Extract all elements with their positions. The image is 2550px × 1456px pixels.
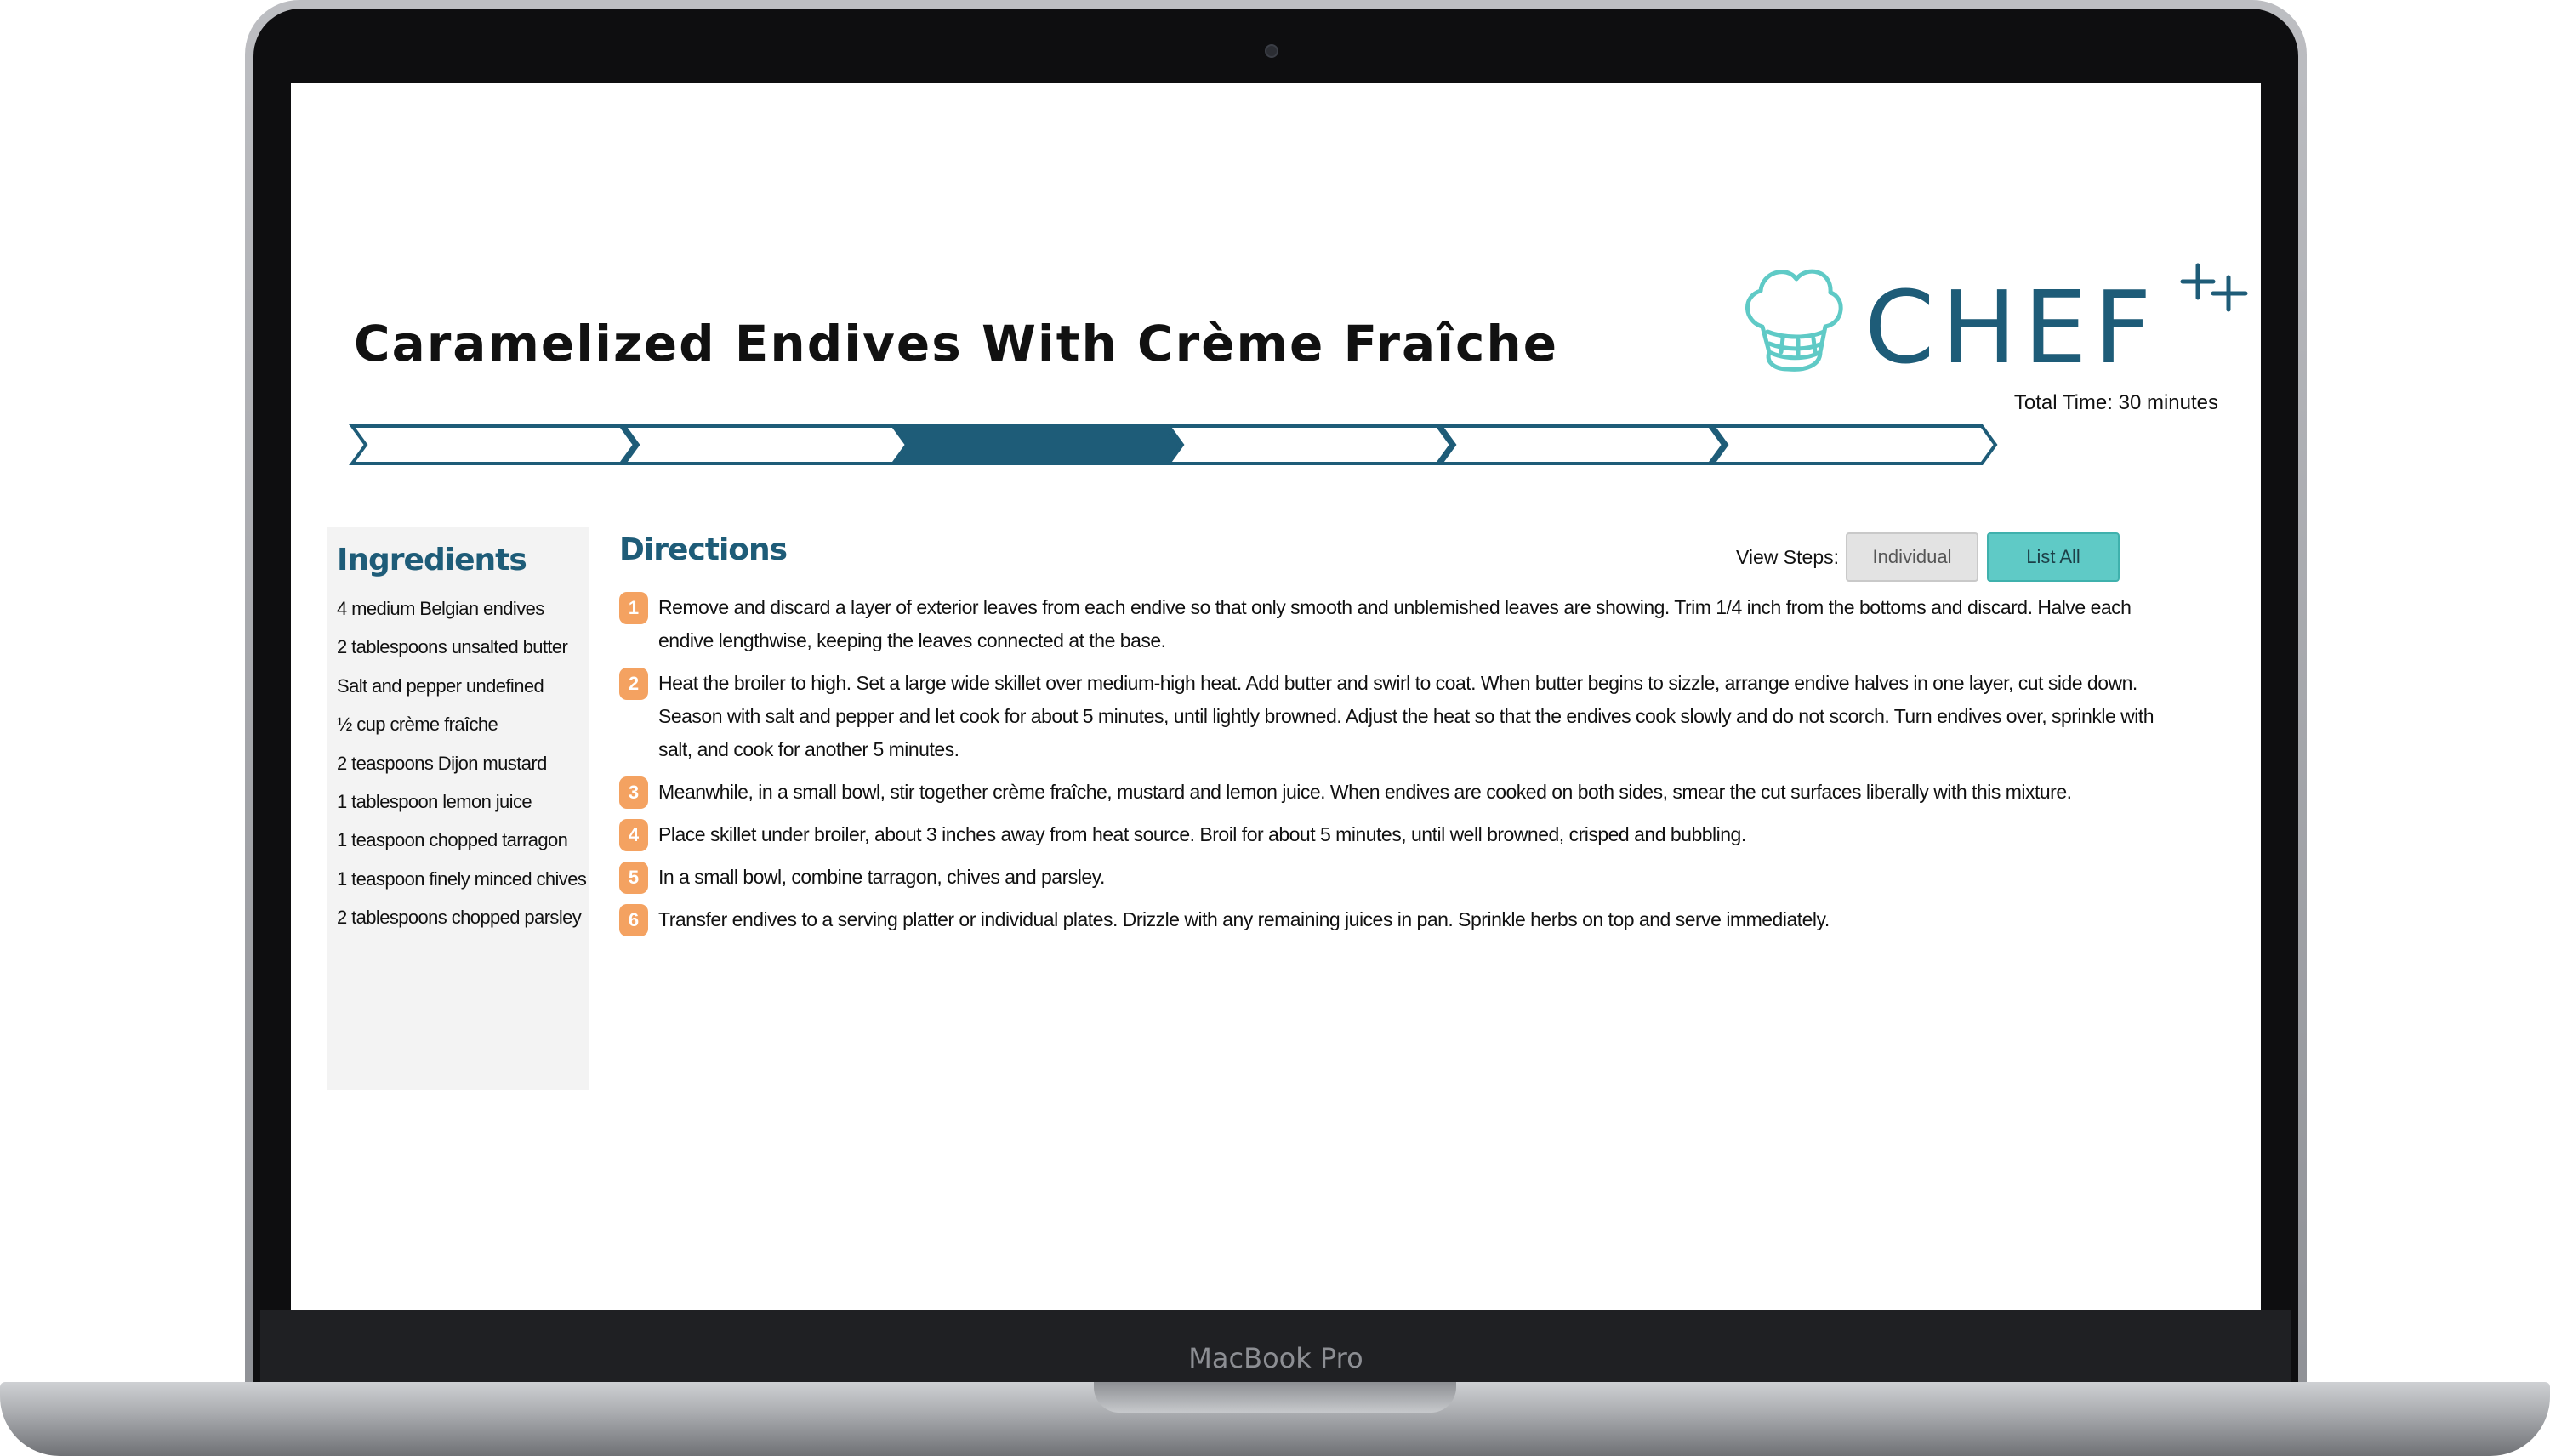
list-all-button[interactable]: List All <box>1987 532 2120 582</box>
direction-step: 3 Meanwhile, in a small bowl, stir togeth… <box>619 776 2167 809</box>
direction-step: 2 Heat the broiler to high. Set a large w… <box>619 667 2167 766</box>
progress-step-6[interactable] <box>1710 424 1998 465</box>
step-text: Meanwhile, in a small bowl, stir togethe… <box>658 781 2072 803</box>
progress-step-3[interactable] <box>893 424 1181 465</box>
step-number-badge: 6 <box>619 904 648 936</box>
view-steps-label: View Steps: <box>1735 545 1839 568</box>
ingredients-title: Ingredients <box>337 543 527 577</box>
ingredient-item: ½ cup crème fraîche <box>337 714 498 736</box>
direction-step: 6 Transfer endives to a serving platter o… <box>619 903 2167 936</box>
step-number-badge: 4 <box>619 819 648 851</box>
ingredient-item: 2 tablespoons unsalted butter <box>337 636 568 658</box>
progress-step-2[interactable] <box>621 424 909 465</box>
individual-button[interactable]: Individual <box>1846 532 1978 582</box>
laptop-notch <box>1094 1382 1456 1413</box>
view-steps-toggle: View Steps: Individual List All <box>1736 532 2120 582</box>
directions-panel: Directions View Steps: Individual List A… <box>619 532 2218 946</box>
ingredient-item: 2 teaspoons Dijon mustard <box>337 752 547 774</box>
ingredient-item: 1 teaspoon finely minced chives <box>337 867 587 890</box>
app-screen: Caramelized Endives With Crème Fraîche C… <box>291 83 2261 1310</box>
direction-step: 4 Place skillet under broiler, about 3 in… <box>619 818 2167 851</box>
ingredients-list: 4 medium Belgian endives 2 tablespoons un… <box>337 589 587 937</box>
step-number-badge: 1 <box>619 592 648 624</box>
step-number-badge: 3 <box>619 776 648 809</box>
progress-step-1[interactable] <box>349 424 637 465</box>
progress-step-5[interactable] <box>1437 424 1726 465</box>
directions-list: 1 Remove and discard a layer of exterior … <box>619 591 2167 936</box>
direction-step: 1 Remove and discard a layer of exterior … <box>619 591 2167 657</box>
step-text: Place skillet under broiler, about 3 inc… <box>658 823 1746 845</box>
step-text: Heat the broiler to high. Set a large wi… <box>658 672 2154 760</box>
ingredient-item: 4 medium Belgian endives <box>337 598 544 619</box>
step-text: Remove and discard a layer of exterior l… <box>658 596 2132 651</box>
step-number-badge: 5 <box>619 862 648 894</box>
ingredient-item: 1 tablespoon lemon juice <box>337 790 532 812</box>
ingredient-item: Salt and pepper undefined <box>337 674 544 697</box>
ingredient-item: 1 teaspoon chopped tarragon <box>337 829 568 851</box>
step-text: Transfer endives to a serving platter or… <box>658 908 1830 930</box>
webcam-icon <box>1265 44 1278 58</box>
logo-text: CHEF <box>1864 269 2159 386</box>
device-label: MacBook Pro <box>1188 1342 1363 1374</box>
total-time: Total Time: 30 minutes <box>2013 391 2218 414</box>
recipe-title: Caramelized Endives With Crème Fraîche <box>354 315 1559 373</box>
step-progress-bar <box>349 424 1998 465</box>
progress-step-4[interactable] <box>1165 424 1454 465</box>
chef-hat-icon <box>1745 269 1843 372</box>
chef-logo[interactable]: CHEF <box>1737 260 2248 388</box>
ingredients-panel: Ingredients 4 medium Belgian endives 2 ta… <box>327 527 589 1090</box>
step-text: In a small bowl, combine tarragon, chive… <box>658 866 1105 888</box>
plus-plus-icon <box>2180 263 2248 312</box>
ingredient-item: 2 tablespoons chopped parsley <box>337 907 582 929</box>
step-number-badge: 2 <box>619 668 648 700</box>
direction-step: 5 In a small bowl, combine tarragon, chiv… <box>619 861 2167 894</box>
